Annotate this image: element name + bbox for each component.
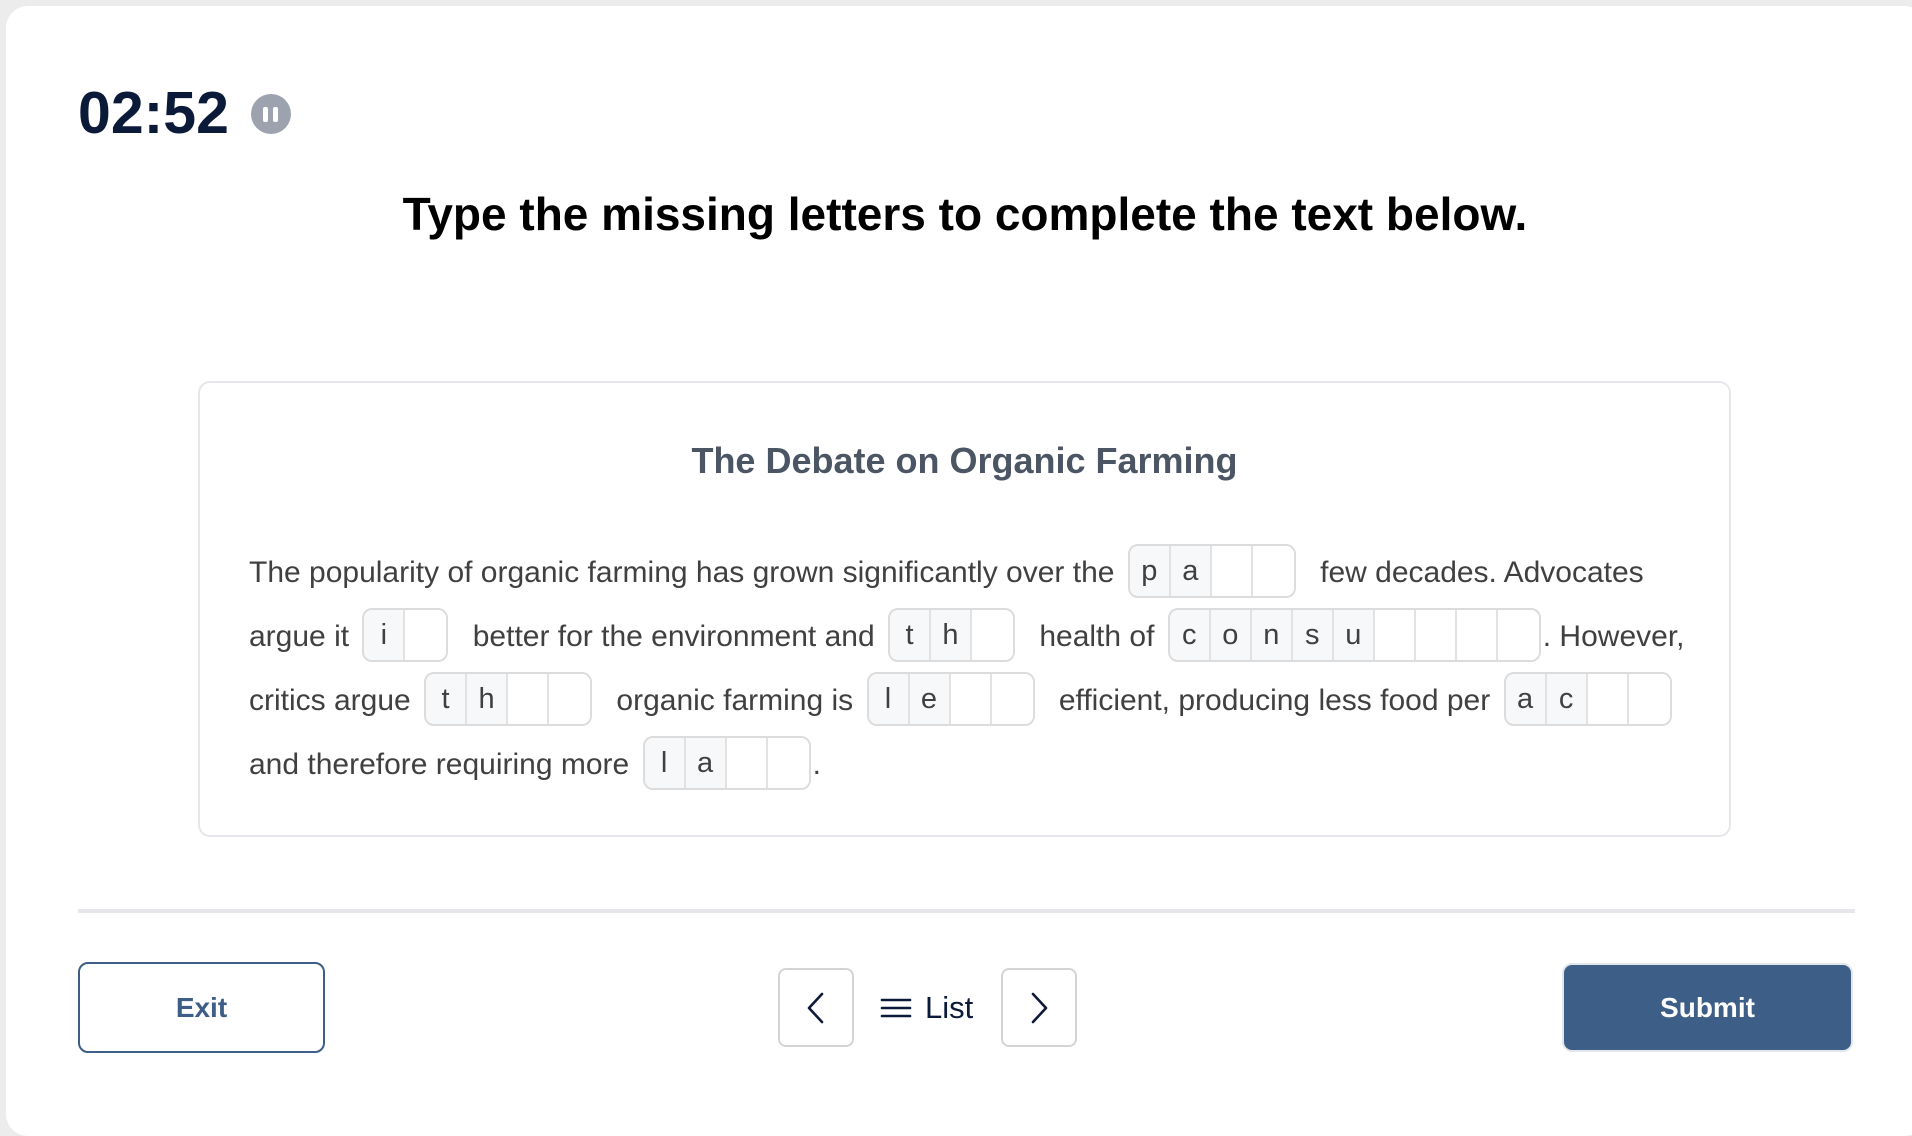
- previous-button[interactable]: [778, 968, 854, 1047]
- submit-button[interactable]: Submit: [1562, 963, 1853, 1052]
- instruction-heading: Type the missing letters to complete the…: [402, 188, 1528, 240]
- passage-title: The Debate on Organic Farming: [691, 440, 1238, 481]
- letter-input[interactable]: [1456, 610, 1496, 661]
- letter-input[interactable]: [767, 738, 809, 789]
- letter-cell: [726, 738, 768, 789]
- passage-text: The popularity of organic farming has gr…: [249, 541, 1689, 797]
- given-letter: l: [868, 674, 910, 725]
- given-letter: o: [1210, 610, 1252, 661]
- pause-button[interactable]: [250, 94, 291, 134]
- passage-text-segment: better for the environment and: [464, 620, 883, 653]
- given-letter: s: [1292, 610, 1334, 661]
- passage-text-segment: efficient, producing less food per: [1050, 684, 1499, 717]
- passage-text-segment: organic farming is: [608, 684, 862, 717]
- letter-input[interactable]: [508, 674, 548, 725]
- word-gap: consu: [1167, 608, 1541, 663]
- given-letter: l: [644, 738, 686, 789]
- given-letter: h: [931, 610, 972, 661]
- letter-cell: [972, 610, 1013, 661]
- given-letter: a: [685, 738, 727, 789]
- passage-card: The Debate on Organic Farming The popula…: [198, 381, 1731, 837]
- letter-input[interactable]: [1374, 610, 1414, 661]
- letter-cell: [1628, 674, 1670, 725]
- footer-divider: [78, 909, 1855, 913]
- letter-cell: [549, 674, 591, 725]
- letter-input[interactable]: [1211, 546, 1251, 597]
- timer-value: 02:52: [78, 80, 229, 146]
- letter-cell: [1497, 610, 1539, 661]
- next-button[interactable]: [1001, 968, 1077, 1047]
- letter-cell: [508, 674, 550, 725]
- passage-text-segment: health of: [1031, 620, 1163, 653]
- given-letter: i: [364, 610, 406, 661]
- word-gap: pa: [1127, 544, 1296, 599]
- pause-icon-bar: [273, 106, 279, 122]
- given-letter: p: [1129, 546, 1171, 597]
- letter-input[interactable]: [1587, 674, 1627, 725]
- pause-icon: [263, 106, 269, 122]
- passage-text-segment: .: [812, 748, 821, 781]
- word-gap: i: [362, 608, 449, 663]
- exit-button[interactable]: Exit: [78, 962, 325, 1053]
- given-letter: t: [890, 610, 931, 661]
- passage-text-segment: The popularity of organic farming has gr…: [249, 556, 1123, 589]
- word-gap: th: [888, 608, 1015, 663]
- given-letter: h: [467, 674, 509, 725]
- word-gap: le: [866, 672, 1035, 727]
- word-gap: th: [424, 672, 593, 727]
- letter-input[interactable]: [726, 738, 766, 789]
- letter-cell: [767, 738, 809, 789]
- timer: 02:52: [78, 78, 291, 148]
- given-letter: n: [1251, 610, 1293, 661]
- letter-input[interactable]: [1252, 546, 1294, 597]
- word-gap: ac: [1503, 672, 1672, 727]
- given-letter: u: [1333, 610, 1375, 661]
- letter-cell: [1252, 546, 1294, 597]
- letter-cell: [1456, 610, 1498, 661]
- word-gap: la: [642, 736, 811, 791]
- letter-input[interactable]: [991, 674, 1033, 725]
- letter-cell: [405, 610, 447, 661]
- given-letter: c: [1169, 610, 1211, 661]
- chevron-left-icon: [807, 992, 824, 1023]
- chevron-right-icon: [1031, 992, 1048, 1023]
- letter-input[interactable]: [549, 674, 591, 725]
- given-letter: e: [909, 674, 951, 725]
- passage-text-segment: and therefore requiring more: [249, 748, 638, 781]
- list-label: List: [925, 990, 974, 1025]
- letter-input[interactable]: [950, 674, 990, 725]
- letter-cell: [950, 674, 992, 725]
- letter-input[interactable]: [1497, 610, 1539, 661]
- given-letter: t: [426, 674, 468, 725]
- letter-cell: [991, 674, 1033, 725]
- letter-cell: [1415, 610, 1457, 661]
- given-letter: a: [1505, 674, 1547, 725]
- given-letter: c: [1546, 674, 1588, 725]
- letter-input[interactable]: [972, 610, 1013, 661]
- hamburger-menu-icon: [880, 998, 912, 1018]
- letter-cell: [1211, 546, 1253, 597]
- list-button[interactable]: List: [880, 983, 973, 1033]
- letter-input[interactable]: [1628, 674, 1670, 725]
- letter-input[interactable]: [1415, 610, 1455, 661]
- given-letter: a: [1170, 546, 1212, 597]
- letter-input[interactable]: [405, 610, 447, 661]
- letter-cell: [1374, 610, 1416, 661]
- letter-cell: [1587, 674, 1629, 725]
